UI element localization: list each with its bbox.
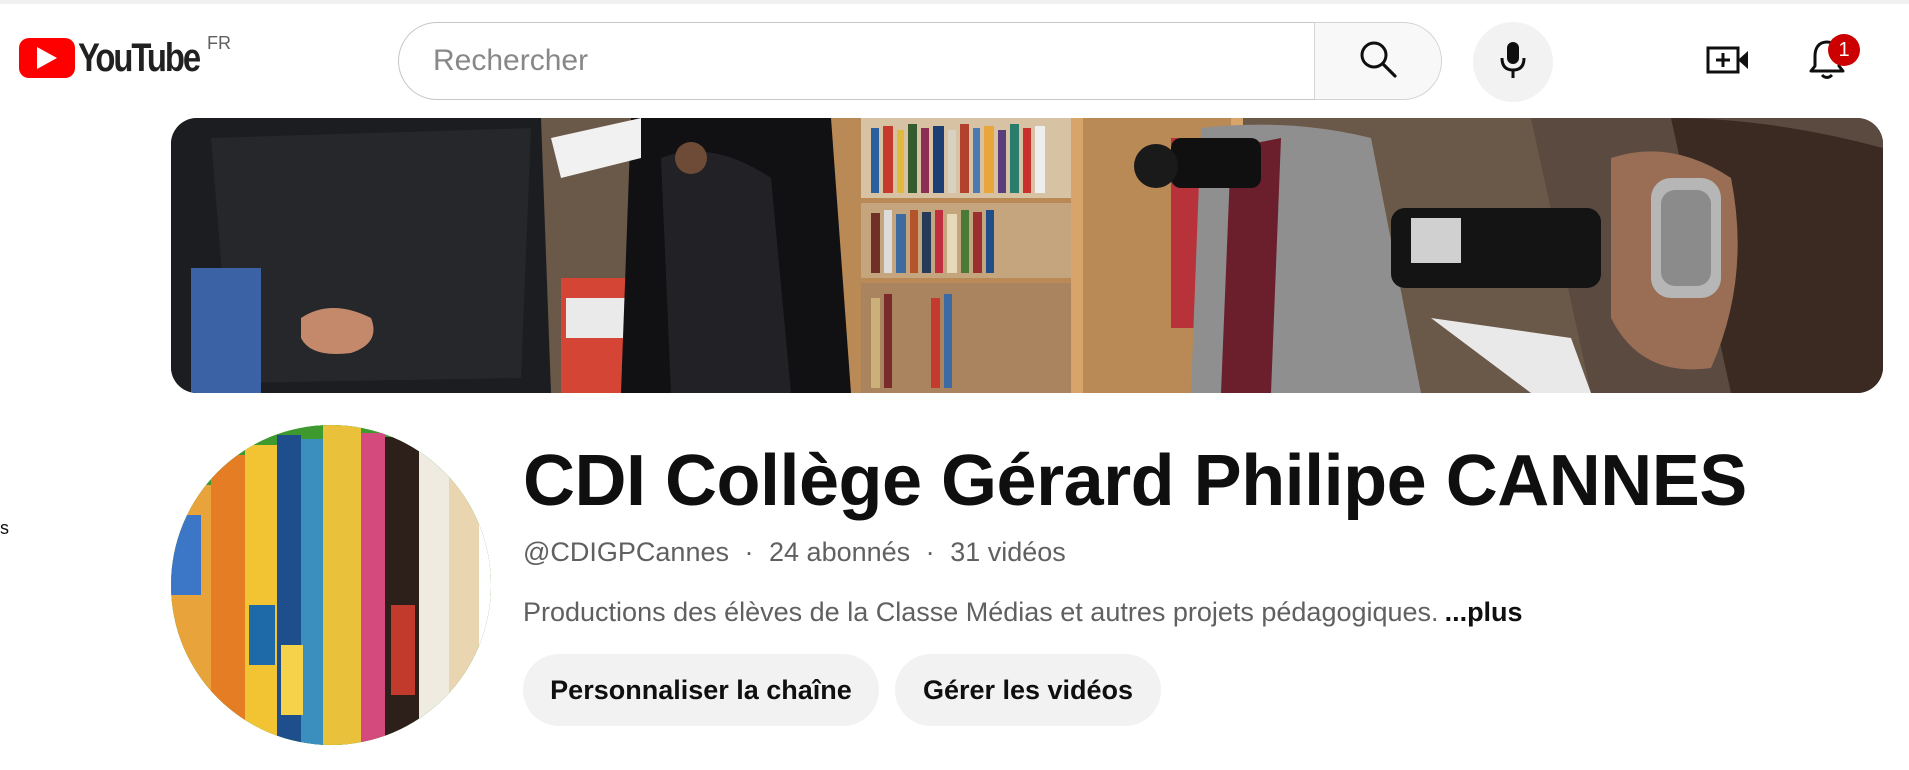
search-box (398, 22, 1315, 100)
channel-banner (171, 118, 1883, 393)
more-link[interactable]: ...plus (1445, 597, 1523, 627)
youtube-play-icon (19, 38, 75, 78)
search-icon (1358, 39, 1398, 84)
channel-description[interactable]: Productions des élèves de la Classe Médi… (523, 597, 1523, 628)
search-input[interactable] (431, 43, 1315, 79)
microphone-icon (1498, 40, 1528, 85)
subscriber-count: 24 abonnés (769, 537, 911, 567)
youtube-logo[interactable]: YouTube (19, 32, 226, 84)
channel-meta: @CDIGPCannes · 24 abonnés · 31 vidéos (523, 537, 1066, 568)
create-video-icon (1706, 44, 1750, 81)
channel-title: CDI Collège Gérard Philipe CANNES (523, 441, 1747, 521)
sidebar-partial-text: s (0, 518, 9, 538)
create-button[interactable] (1700, 36, 1756, 88)
channel-avatar[interactable] (171, 425, 491, 745)
manage-videos-button[interactable]: Gérer les vidéos (895, 654, 1161, 726)
voice-search-button[interactable] (1473, 22, 1553, 102)
video-count: 31 vidéos (950, 537, 1066, 567)
description-text: Productions des élèves de la Classe Médi… (523, 597, 1439, 627)
logo-wordmark: YouTube (78, 35, 201, 80)
channel-handle: @CDIGPCannes (523, 537, 729, 567)
meta-separator: · (925, 537, 935, 567)
notification-badge: 1 (1828, 34, 1860, 66)
meta-separator: · (744, 537, 754, 567)
country-code: FR (207, 33, 231, 53)
customize-channel-button[interactable]: Personnaliser la chaîne (523, 654, 879, 726)
top-border (0, 0, 1909, 4)
search-button[interactable] (1314, 22, 1442, 100)
